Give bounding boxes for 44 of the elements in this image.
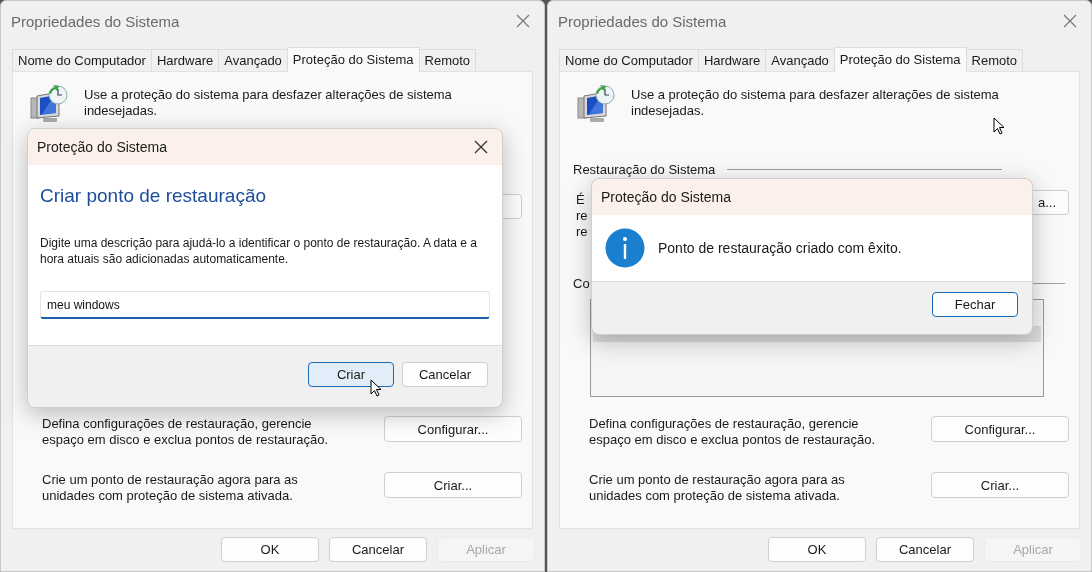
window-title: Propriedades do Sistema bbox=[11, 12, 180, 30]
tab[interactable]: Proteção do Sistema bbox=[286, 47, 420, 72]
tab[interactable]: Avançado bbox=[218, 49, 288, 71]
description-text: re bbox=[576, 208, 588, 224]
dialog-button[interactable]: OK bbox=[221, 537, 319, 562]
monitor-clock-icon bbox=[29, 84, 69, 124]
setting-description: Crie um ponto de restauração agora para as unidades com proteção de sistema ativada. bbox=[589, 472, 846, 504]
configure-button[interactable]: Configurar... bbox=[931, 416, 1069, 442]
setting-description: Defina configurações de restauração, gerencie espaço em disco e exclua pontos de restauração. bbox=[589, 416, 877, 448]
close-button[interactable]: Fechar bbox=[932, 292, 1018, 317]
monitor-clock-icon bbox=[576, 84, 616, 124]
intro-text: Use a proteção do sistema para desfazer alterações de sistema indesejadas. bbox=[631, 87, 1000, 119]
window-title: Propriedades do Sistema bbox=[558, 12, 727, 30]
create-button[interactable]: Criar... bbox=[384, 472, 522, 498]
instruction-text: Digite uma descrição para ajudá-lo a identificar o ponto de restauração. A data e a hora atuais são adicionadas automaticamente. bbox=[40, 235, 478, 267]
description-text: re bbox=[576, 224, 588, 240]
description-text: É bbox=[576, 192, 586, 208]
cursor-icon bbox=[370, 379, 382, 397]
dialog-title: Proteção do Sistema bbox=[37, 139, 167, 155]
dialog-button[interactable]: Cancelar bbox=[329, 537, 427, 562]
setting-description: Defina configurações de restauração, gerencie espaço em disco e exclua pontos de restauração. bbox=[42, 416, 330, 448]
intro-text: Use a proteção do sistema para desfazer alterações de sistema indesejadas. bbox=[84, 87, 453, 119]
dialog-title: Proteção do Sistema bbox=[601, 189, 731, 205]
configure-button[interactable]: Configurar... bbox=[384, 416, 522, 442]
tab[interactable]: Proteção do Sistema bbox=[833, 47, 967, 72]
setting-description: Crie um ponto de restauração agora para as unidades com proteção de sistema ativada. bbox=[42, 472, 299, 504]
dialog-button[interactable]: Cancelar bbox=[402, 362, 488, 387]
dialog-button[interactable]: OK bbox=[768, 537, 866, 562]
dialog-heading: Criar ponto de restauração bbox=[40, 185, 267, 207]
description-field[interactable]: meu windows bbox=[40, 291, 490, 319]
tab[interactable]: Remoto bbox=[965, 49, 1024, 71]
section-heading: Restauração do Sistema bbox=[573, 162, 716, 177]
tab[interactable]: Avançado bbox=[765, 49, 835, 71]
create-button[interactable]: Criar... bbox=[931, 472, 1069, 498]
tab[interactable]: Remoto bbox=[418, 49, 477, 71]
close-icon[interactable] bbox=[474, 140, 488, 154]
dialog-button[interactable]: Cancelar bbox=[876, 537, 974, 562]
tab[interactable]: Nome do Computador bbox=[559, 49, 699, 71]
info-icon bbox=[605, 228, 645, 268]
cursor-icon bbox=[993, 117, 1005, 135]
section-heading: Co bbox=[573, 276, 590, 291]
message-text: Ponto de restauração criado com êxito. bbox=[658, 240, 902, 256]
dialog-button[interactable]: Criar bbox=[308, 362, 394, 387]
tab[interactable]: Nome do Computador bbox=[12, 49, 152, 71]
